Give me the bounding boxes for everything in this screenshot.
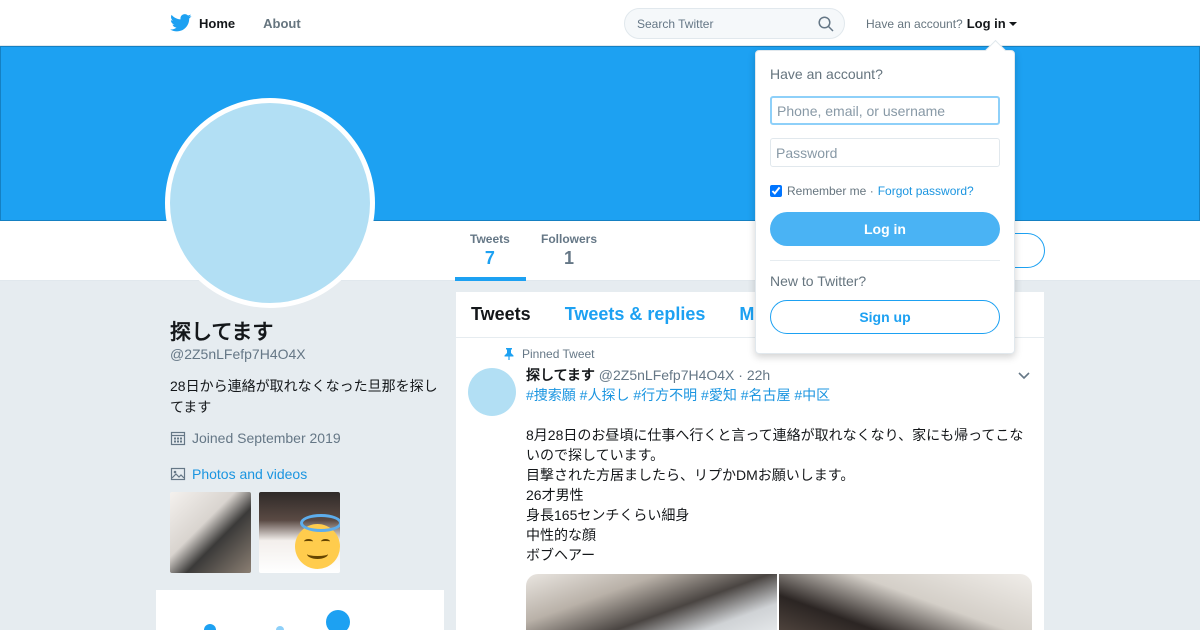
emoji-eye bbox=[304, 539, 313, 544]
tweet-media-image[interactable] bbox=[779, 574, 1032, 630]
tweet-line: 8月28日のお昼頃に仕事へ行くと言って連絡が取れなくなり、家にも帰ってこないので… bbox=[526, 427, 1024, 463]
password-field[interactable] bbox=[770, 138, 1000, 167]
login-button[interactable]: Log in bbox=[770, 212, 1000, 246]
tweet-text: 8月28日のお昼頃に仕事へ行くと言って連絡が取れなくなり、家にも帰ってこないので… bbox=[526, 425, 1032, 565]
profile-handle[interactable]: @2Z5nLFefp7H4O4X bbox=[170, 346, 306, 362]
stat-followers[interactable]: Followers 1 bbox=[541, 232, 597, 269]
stat-tweets-label: Tweets bbox=[470, 232, 510, 246]
login-dropdown: Have an account? Remember me · Forgot pa… bbox=[755, 50, 1015, 354]
tweet-media-image[interactable] bbox=[526, 574, 777, 630]
new-to-twitter-text: New to Twitter? bbox=[770, 273, 867, 289]
nav-home-link[interactable]: Home bbox=[170, 0, 235, 46]
photos-videos-link[interactable]: Photos and videos bbox=[170, 466, 307, 482]
photo-thumbnail[interactable] bbox=[170, 492, 251, 573]
nav-left: Home About bbox=[170, 0, 329, 46]
tweet-avatar[interactable] bbox=[468, 368, 516, 416]
tweet-time[interactable]: · 22h bbox=[738, 367, 770, 383]
tweet-line: 26才男性 bbox=[526, 487, 584, 503]
emoji-eye bbox=[321, 539, 330, 544]
tab-media[interactable]: M bbox=[739, 304, 754, 325]
remember-me-checkbox[interactable] bbox=[770, 185, 782, 197]
tweet-line: 中性的な顔 bbox=[526, 527, 596, 543]
tweet-author[interactable]: 探してます bbox=[526, 367, 595, 383]
tweet-line: 身長165センチくらい細身 bbox=[526, 507, 690, 523]
signup-button[interactable]: Sign up bbox=[770, 300, 1000, 334]
decor-dot bbox=[276, 626, 284, 630]
stat-tweets-value: 7 bbox=[484, 248, 495, 268]
pinned-text: Pinned Tweet bbox=[522, 347, 595, 361]
decor-dot bbox=[204, 624, 216, 630]
illustration-card bbox=[156, 590, 444, 630]
smiling-halo-emoji-icon bbox=[295, 514, 340, 569]
tweet-line: 目撃された方居ましたら、リプかDMお願いします。 bbox=[526, 467, 855, 483]
photo-thumbnail[interactable] bbox=[259, 492, 340, 573]
stat-tweets[interactable]: Tweets 7 bbox=[470, 232, 510, 269]
tab-tweets-replies[interactable]: Tweets & replies bbox=[565, 304, 706, 325]
tweet-line: ボブヘアー bbox=[526, 547, 596, 563]
twitter-bird-icon bbox=[170, 14, 192, 32]
remember-me-label[interactable]: Remember me · bbox=[787, 184, 874, 198]
stat-followers-label: Followers bbox=[541, 232, 598, 246]
tweet-handle[interactable]: @2Z5nLFefp7H4O4X bbox=[599, 367, 735, 383]
calendar-icon bbox=[170, 431, 186, 446]
tweet-hashtags[interactable]: #捜索願 #人探し #行方不明 #愛知 #名古屋 #中区 bbox=[526, 385, 830, 405]
login-prompt-text: Have an account? bbox=[866, 16, 963, 31]
photos-videos-label: Photos and videos bbox=[192, 466, 308, 482]
tab-tweets[interactable]: Tweets bbox=[471, 304, 531, 325]
remember-me-row: Remember me · Forgot password? bbox=[770, 184, 974, 198]
image-icon bbox=[170, 467, 186, 481]
nav-about-link[interactable]: About bbox=[263, 0, 301, 46]
chevron-down-icon[interactable] bbox=[1018, 372, 1030, 380]
login-prompt[interactable]: Have an account? Log in bbox=[866, 16, 1017, 31]
profile-joined-text: Joined September 2019 bbox=[192, 430, 341, 446]
forgot-password-link[interactable]: Forgot password? bbox=[878, 184, 974, 198]
search-icon[interactable] bbox=[818, 16, 834, 32]
divider bbox=[770, 260, 1000, 261]
profile-name[interactable]: 探してます bbox=[170, 316, 273, 346]
chevron-down-icon bbox=[1008, 22, 1017, 26]
nav-home-label: Home bbox=[199, 15, 236, 31]
stat-followers-value: 1 bbox=[564, 248, 575, 268]
emoji-mouth bbox=[307, 549, 328, 559]
login-toggle[interactable]: Log in bbox=[967, 16, 1006, 31]
login-dropdown-title: Have an account? bbox=[770, 66, 883, 82]
profile-bio: 28日から連絡が取れなくなった旦那を探してます bbox=[170, 378, 438, 415]
profile-joined: Joined September 2019 bbox=[170, 430, 341, 446]
pin-icon bbox=[504, 348, 514, 360]
username-field[interactable] bbox=[770, 96, 1000, 125]
profile-avatar[interactable] bbox=[165, 98, 375, 308]
pinned-label: Pinned Tweet bbox=[504, 347, 595, 361]
active-stat-underline bbox=[455, 277, 526, 281]
top-navigation: Home About Have an account? Log in bbox=[0, 0, 1200, 46]
decor-dot bbox=[326, 610, 350, 630]
tweet-header: 探してます @2Z5nLFefp7H4O4X · 22h bbox=[526, 365, 770, 385]
search-input[interactable] bbox=[637, 16, 807, 31]
search-box[interactable] bbox=[624, 8, 845, 39]
